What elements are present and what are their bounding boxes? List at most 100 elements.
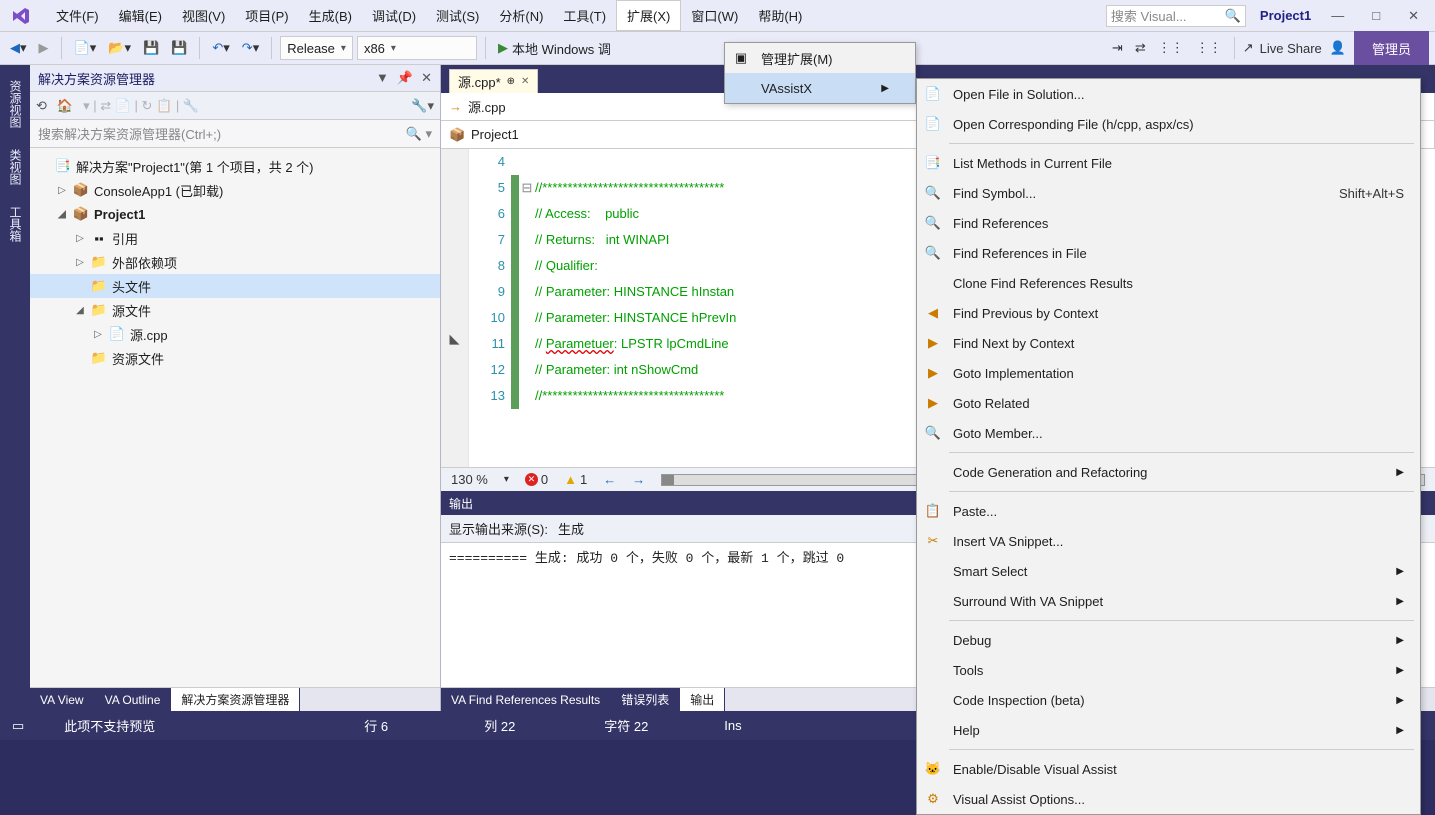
- nav-left-icon[interactable]: ←: [603, 472, 616, 487]
- twisty-icon[interactable]: ▷: [56, 185, 68, 196]
- vax-item[interactable]: 🔍Find Symbol...Shift+Alt+S: [917, 178, 1420, 208]
- sol-tb-house-icon[interactable]: 🏠: [57, 98, 73, 114]
- menu-项目P[interactable]: 项目(P): [235, 0, 298, 31]
- sol-tb-wrench-icon[interactable]: 🔧▾: [411, 98, 434, 114]
- editor-tab-source[interactable]: 源.cpp* ⊕ ✕: [449, 69, 538, 93]
- maximize-button[interactable]: □: [1372, 8, 1380, 24]
- vax-item[interactable]: 🔍Goto Member...: [917, 418, 1420, 448]
- close-button[interactable]: ✕: [1408, 8, 1419, 24]
- menu-vassistx[interactable]: VAssistX ▶: [725, 73, 915, 103]
- menu-帮助H[interactable]: 帮助(H): [748, 0, 812, 31]
- start-debug-button[interactable]: ▶ 本地 Windows 调: [494, 36, 615, 60]
- feedback-button[interactable]: 👤: [1326, 36, 1350, 60]
- side-tab-resource[interactable]: 资源视图: [0, 69, 30, 138]
- vax-item[interactable]: 🐱Enable/Disable Visual Assist: [917, 754, 1420, 784]
- pin-icon[interactable]: ⊕: [507, 76, 515, 87]
- vax-item[interactable]: ⚙Visual Assist Options...: [917, 784, 1420, 814]
- vax-item[interactable]: ✂Insert VA Snippet...: [917, 526, 1420, 556]
- tb-icon-3[interactable]: ⋮⋮: [1154, 36, 1188, 60]
- save-button[interactable]: 💾: [139, 36, 163, 60]
- vax-item[interactable]: Help▶: [917, 715, 1420, 745]
- vax-item[interactable]: 📑List Methods in Current File: [917, 148, 1420, 178]
- vax-item[interactable]: ▶Find Next by Context: [917, 328, 1420, 358]
- vax-item[interactable]: 🔍Find References: [917, 208, 1420, 238]
- vax-item[interactable]: ▶Goto Related: [917, 388, 1420, 418]
- undo-button[interactable]: ↶▾: [208, 36, 233, 60]
- twisty-icon[interactable]: ◢: [74, 305, 86, 316]
- tree-node[interactable]: 📁资源文件: [30, 346, 440, 370]
- search-box[interactable]: 搜索 Visual... 🔍: [1106, 5, 1246, 27]
- panel-pin-icon[interactable]: 📌: [397, 70, 413, 86]
- menu-文件F[interactable]: 文件(F): [46, 0, 109, 31]
- panel-close-icon[interactable]: ✕: [421, 70, 432, 86]
- live-share-button[interactable]: ↗ Live Share: [1243, 40, 1322, 56]
- twisty-icon[interactable]: ◢: [56, 209, 68, 220]
- vax-item[interactable]: Surround With VA Snippet▶: [917, 586, 1420, 616]
- tree-node[interactable]: ◢📦Project1: [30, 202, 440, 226]
- error-count[interactable]: ✕ 0: [525, 472, 548, 487]
- new-button[interactable]: 📄▾: [70, 36, 101, 60]
- tree-node[interactable]: 📑解决方案"Project1"(第 1 个项目，共 2 个): [30, 154, 440, 178]
- vax-item[interactable]: ▶Goto Implementation: [917, 358, 1420, 388]
- menu-编辑E[interactable]: 编辑(E): [109, 0, 172, 31]
- output-source-value[interactable]: 生成: [558, 519, 584, 538]
- menu-视图V[interactable]: 视图(V): [172, 0, 235, 31]
- minimize-button[interactable]: —: [1331, 8, 1344, 24]
- vax-item[interactable]: Debug▶: [917, 625, 1420, 655]
- menu-生成B[interactable]: 生成(B): [299, 0, 362, 31]
- vax-item[interactable]: 🔍Find References in File: [917, 238, 1420, 268]
- vax-item[interactable]: 📋Paste...: [917, 496, 1420, 526]
- menu-测试S[interactable]: 测试(S): [426, 0, 489, 31]
- zoom-level[interactable]: 130 %: [451, 472, 488, 487]
- tab-va-outline[interactable]: VA Outline: [95, 688, 172, 711]
- out-tab-errors[interactable]: 错误列表: [611, 688, 680, 711]
- vax-item[interactable]: 📄Open Corresponding File (h/cpp, aspx/cs…: [917, 109, 1420, 139]
- sol-tb-home-icon[interactable]: ⟲: [36, 98, 47, 114]
- vax-item[interactable]: Tools▶: [917, 655, 1420, 685]
- out-tab-refs[interactable]: VA Find References Results: [441, 688, 611, 711]
- side-tab-toolbox[interactable]: 工具箱: [0, 195, 30, 252]
- tb-icon-2[interactable]: ⇄: [1131, 36, 1150, 60]
- tree-node[interactable]: ▷📁外部依赖项: [30, 250, 440, 274]
- menu-分析N[interactable]: 分析(N): [489, 0, 553, 31]
- tree-node[interactable]: ▷▪▪引用: [30, 226, 440, 250]
- out-tab-output[interactable]: 输出: [680, 688, 725, 711]
- save-all-button[interactable]: 💾: [167, 36, 191, 60]
- vax-item[interactable]: Code Inspection (beta)▶: [917, 685, 1420, 715]
- tree-node[interactable]: ▷📦ConsoleApp1 (已卸载): [30, 178, 440, 202]
- warning-count[interactable]: ▲ 1: [564, 472, 587, 487]
- tab-solution-explorer[interactable]: 解决方案资源管理器: [171, 688, 300, 711]
- menu-工具T[interactable]: 工具(T): [553, 0, 616, 31]
- platform-combo[interactable]: x86: [357, 36, 477, 60]
- config-combo[interactable]: Release: [280, 36, 353, 60]
- close-tab-icon[interactable]: ✕: [521, 76, 529, 87]
- redo-button[interactable]: ↷▾: [238, 36, 263, 60]
- menu-manage-extensions[interactable]: ▣ 管理扩展(M): [725, 43, 915, 73]
- nav-right-icon[interactable]: →: [632, 472, 645, 487]
- vax-item[interactable]: 📄Open File in Solution...: [917, 79, 1420, 109]
- twisty-icon[interactable]: ▷: [92, 329, 104, 340]
- tree-node[interactable]: ▷📄源.cpp: [30, 322, 440, 346]
- solution-tree[interactable]: 📑解决方案"Project1"(第 1 个项目，共 2 个)▷📦ConsoleA…: [30, 148, 440, 687]
- menu-窗口W[interactable]: 窗口(W): [681, 0, 748, 31]
- menu-扩展X[interactable]: 扩展(X): [616, 0, 681, 31]
- extensions-icon: ▣: [731, 50, 751, 66]
- panel-dropdown-icon[interactable]: ▼: [376, 70, 389, 86]
- tab-va-view[interactable]: VA View: [30, 688, 95, 711]
- tree-node[interactable]: ◢📁源文件: [30, 298, 440, 322]
- twisty-icon[interactable]: ▷: [74, 257, 86, 268]
- twisty-icon[interactable]: ▷: [74, 233, 86, 244]
- open-button[interactable]: 📂▾: [104, 36, 135, 60]
- menu-调试D[interactable]: 调试(D): [362, 0, 426, 31]
- nav-back-button[interactable]: ◀ ▾: [6, 36, 31, 60]
- tb-icon-4[interactable]: ⋮⋮: [1192, 36, 1226, 60]
- vax-item[interactable]: Smart Select▶: [917, 556, 1420, 586]
- vax-item[interactable]: Clone Find References Results: [917, 268, 1420, 298]
- vax-item[interactable]: ◀Find Previous by Context: [917, 298, 1420, 328]
- vax-item[interactable]: Code Generation and Refactoring▶: [917, 457, 1420, 487]
- tb-icon-1[interactable]: ⇥: [1108, 36, 1127, 60]
- nav-fwd-button[interactable]: ▶: [35, 36, 53, 60]
- side-tab-class[interactable]: 类视图: [0, 138, 30, 195]
- tree-node[interactable]: 📁头文件: [30, 274, 440, 298]
- solution-search[interactable]: 搜索解决方案资源管理器(Ctrl+;) 🔍 ▾: [30, 120, 440, 148]
